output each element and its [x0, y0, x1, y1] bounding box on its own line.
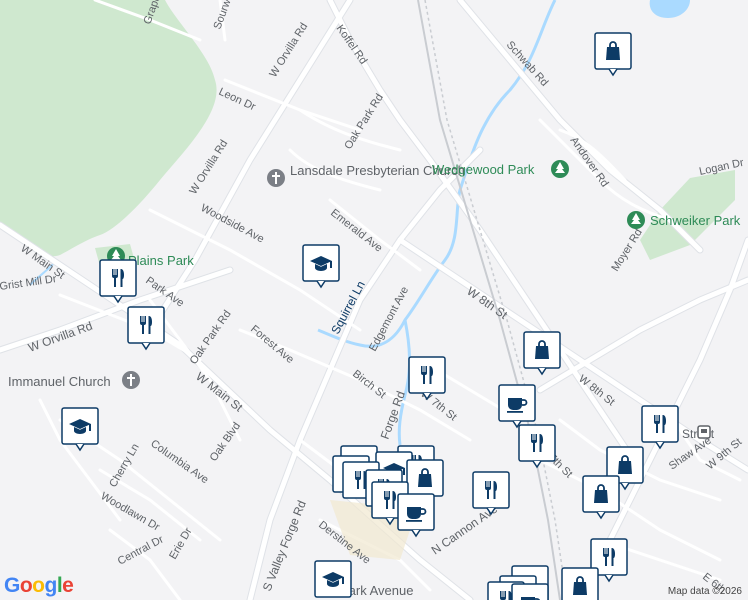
- map-canvas[interactable]: Grapevine Sourwood Koffel Rd W Orvilla R…: [0, 0, 748, 600]
- marker-shopping[interactable]: [523, 331, 561, 376]
- train-station-icon[interactable]: [697, 425, 711, 439]
- map-attribution[interactable]: Map data ©2026: [668, 586, 742, 597]
- place-label: Plains Park: [128, 253, 194, 268]
- marker-restaurant[interactable]: [641, 405, 679, 450]
- place-label: Schweiker Park: [650, 213, 741, 228]
- marker-restaurant[interactable]: [127, 306, 165, 351]
- marker-cafe[interactable]: [498, 384, 536, 429]
- place-label: Immanuel Church: [8, 374, 111, 389]
- place-label: Wedgewood Park: [432, 162, 535, 177]
- marker-shopping[interactable]: [582, 475, 620, 520]
- marker-restaurant[interactable]: [518, 424, 556, 469]
- marker-shopping[interactable]: [594, 32, 632, 77]
- google-logo: Google: [4, 574, 74, 597]
- marker-school[interactable]: [61, 407, 99, 452]
- marker-shopping[interactable]: [561, 567, 599, 600]
- marker-restaurant[interactable]: [472, 471, 510, 516]
- marker-school[interactable]: [314, 560, 352, 598]
- marker-school[interactable]: [302, 244, 340, 289]
- marker-restaurant[interactable]: [408, 356, 446, 401]
- marker-restaurant[interactable]: [99, 259, 137, 304]
